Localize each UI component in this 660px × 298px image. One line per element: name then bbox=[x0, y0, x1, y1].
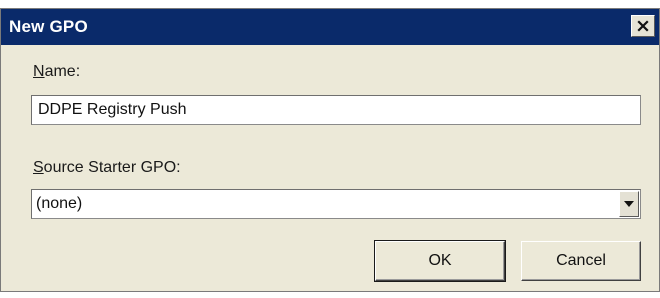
name-input[interactable] bbox=[31, 95, 641, 125]
ok-button[interactable]: OK bbox=[374, 240, 506, 282]
name-label: Name: bbox=[33, 63, 80, 81]
name-label-text: ame: bbox=[44, 63, 81, 80]
name-label-mnemonic: N bbox=[33, 63, 45, 80]
source-label-text: ource Starter GPO: bbox=[43, 159, 181, 176]
close-button[interactable] bbox=[631, 15, 655, 37]
source-starter-gpo-select[interactable]: (none) bbox=[31, 189, 641, 219]
source-starter-gpo-label: Source Starter GPO: bbox=[33, 159, 181, 177]
source-label-mnemonic: S bbox=[33, 159, 44, 176]
dialog-title: New GPO bbox=[9, 17, 88, 36]
new-gpo-dialog: New GPO Name: Source Starter GPO: (none)… bbox=[0, 8, 660, 292]
source-select-value: (none) bbox=[36, 195, 83, 212]
title-bar[interactable]: New GPO bbox=[1, 9, 659, 45]
chevron-down-icon bbox=[624, 201, 634, 207]
dropdown-button[interactable] bbox=[619, 191, 639, 217]
close-icon bbox=[637, 20, 649, 32]
cancel-button[interactable]: Cancel bbox=[521, 241, 641, 281]
